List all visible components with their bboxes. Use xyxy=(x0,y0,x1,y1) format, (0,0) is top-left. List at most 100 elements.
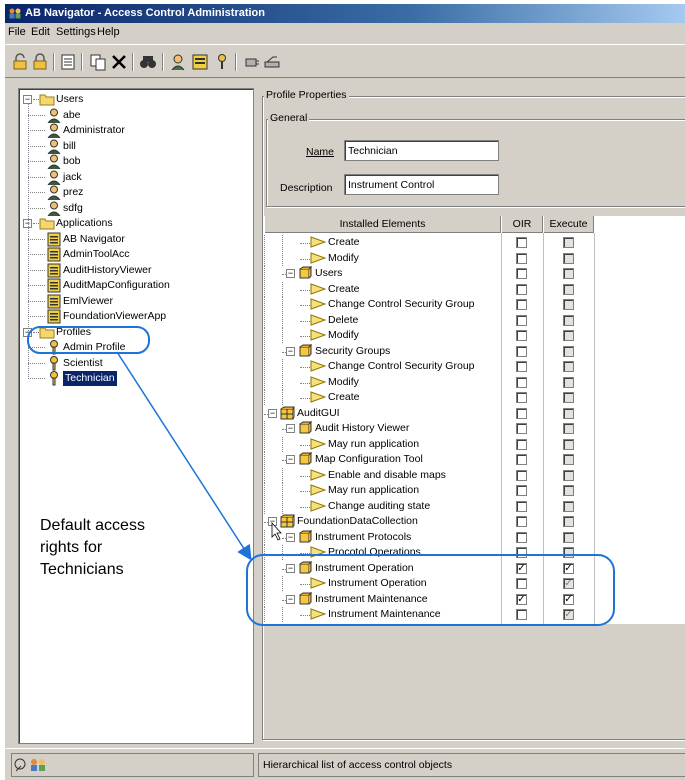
table-row[interactable]: Modify xyxy=(264,250,594,266)
tree-group-node[interactable]: − Applications xyxy=(19,216,249,231)
tree-item[interactable]: FoundationViewerApp xyxy=(19,309,249,324)
table-row[interactable]: Create xyxy=(264,235,594,250)
oir-checkbox[interactable]: ✓ xyxy=(516,562,527,574)
collapse-icon[interactable]: − xyxy=(268,408,277,418)
table-row[interactable]: − FoundationDataCollection xyxy=(264,514,594,529)
tree-item[interactable]: Technician xyxy=(19,371,249,386)
delete-icon[interactable] xyxy=(110,53,128,71)
installed-elements-table[interactable]: Installed Elements OIR Execute Create Mod… xyxy=(264,216,685,624)
tree-item[interactable]: Admin Profile xyxy=(19,340,249,355)
collapse-icon[interactable]: − xyxy=(23,95,32,104)
table-row[interactable]: Delete xyxy=(264,312,594,328)
menu-help[interactable]: Help xyxy=(97,26,120,38)
collapse-icon[interactable]: − xyxy=(286,424,295,433)
collapse-icon[interactable]: − xyxy=(286,563,295,573)
collapse-icon[interactable]: − xyxy=(286,455,295,464)
collapse-icon[interactable]: − xyxy=(286,594,295,604)
oir-checkbox[interactable] xyxy=(516,252,527,264)
properties-icon[interactable] xyxy=(59,53,77,71)
menu-edit[interactable]: Edit xyxy=(31,26,50,38)
oir-checkbox[interactable] xyxy=(516,314,527,326)
table-row[interactable]: − Map Configuration Tool xyxy=(264,451,594,467)
oir-checkbox[interactable] xyxy=(516,268,527,279)
column-execute[interactable]: Execute xyxy=(543,216,594,233)
table-row[interactable]: Change Control Security Group xyxy=(264,359,594,374)
menu-settings[interactable]: Settings xyxy=(56,26,96,38)
table-row[interactable]: Change Control Security Group xyxy=(264,297,594,312)
name-field[interactable] xyxy=(344,140,499,161)
hardware-icon[interactable] xyxy=(263,53,281,71)
menu-file[interactable]: File xyxy=(8,26,26,38)
collapse-icon[interactable]: − xyxy=(286,269,295,278)
tree-item[interactable]: AB Navigator xyxy=(19,232,249,247)
execute-checkbox[interactable]: ✓ xyxy=(563,562,574,574)
collapse-icon[interactable]: − xyxy=(286,532,295,542)
oir-checkbox[interactable]: ✓ xyxy=(516,593,527,605)
collapse-icon[interactable]: − xyxy=(268,517,277,526)
tree-item[interactable]: jack xyxy=(19,170,249,185)
table-row[interactable]: Modify xyxy=(264,374,594,390)
table-row[interactable]: Instrument Maintenance ✓ xyxy=(264,607,594,622)
table-row[interactable]: Procotol Operations xyxy=(264,545,594,560)
tree-item[interactable]: Scientist xyxy=(19,355,249,371)
execute-checkbox[interactable]: ✓ xyxy=(563,593,574,605)
table-row[interactable]: May run application xyxy=(264,436,594,452)
oir-checkbox[interactable] xyxy=(516,531,527,543)
oir-checkbox[interactable] xyxy=(516,392,527,403)
oir-checkbox[interactable] xyxy=(516,578,527,589)
tree-item[interactable]: Administrator xyxy=(19,123,249,139)
tree-item[interactable]: EmlViewer xyxy=(19,294,249,309)
table-row[interactable]: Instrument Operation ✓ xyxy=(264,576,594,591)
oir-checkbox[interactable] xyxy=(516,547,527,558)
oir-checkbox[interactable] xyxy=(516,438,527,450)
tree-item[interactable]: sdfg xyxy=(19,201,249,216)
table-row[interactable]: Create xyxy=(264,390,594,405)
table-row[interactable]: − Security Groups xyxy=(264,343,594,359)
table-row[interactable]: Modify xyxy=(264,328,594,343)
copy-icon[interactable] xyxy=(89,53,107,71)
oir-checkbox[interactable] xyxy=(516,330,527,341)
table-row[interactable]: Change auditing state xyxy=(264,498,594,514)
tree-item[interactable]: abe xyxy=(19,108,249,123)
tree-item[interactable]: bill xyxy=(19,139,249,154)
application-icon[interactable] xyxy=(191,53,209,71)
table-row[interactable]: − Instrument Protocols xyxy=(264,529,594,545)
lock-open-icon[interactable] xyxy=(11,53,29,71)
oir-checkbox[interactable] xyxy=(516,469,527,481)
oir-checkbox[interactable] xyxy=(516,454,527,465)
user-icon[interactable] xyxy=(169,53,187,71)
oir-checkbox[interactable] xyxy=(516,516,527,527)
oir-checkbox[interactable] xyxy=(516,500,527,512)
tree-item[interactable]: bob xyxy=(19,154,249,170)
find-icon[interactable] xyxy=(139,53,157,71)
oir-checkbox[interactable] xyxy=(516,345,527,357)
tree-item[interactable]: AuditMapConfiguration xyxy=(19,278,249,293)
oir-checkbox[interactable] xyxy=(516,485,527,496)
oir-checkbox[interactable] xyxy=(516,423,527,434)
column-oir[interactable]: OIR xyxy=(501,216,543,233)
table-row[interactable]: − Audit History Viewer xyxy=(264,420,594,436)
table-row[interactable]: − Instrument Maintenance ✓ ✓ xyxy=(264,591,594,607)
oir-checkbox[interactable] xyxy=(516,376,527,388)
table-row[interactable]: Create xyxy=(264,281,594,297)
table-row[interactable]: May run application xyxy=(264,483,594,498)
column-installed-elements[interactable]: Installed Elements xyxy=(264,216,501,233)
oir-checkbox[interactable] xyxy=(516,283,527,295)
tree-item[interactable]: prez xyxy=(19,185,249,201)
plugin-icon[interactable] xyxy=(243,53,261,71)
collapse-icon[interactable]: − xyxy=(286,346,295,356)
table-row[interactable]: − Instrument Operation ✓ ✓ xyxy=(264,560,594,576)
tree-item[interactable]: AdminToolAcc xyxy=(19,247,249,262)
oir-checkbox[interactable] xyxy=(516,407,527,419)
oir-checkbox[interactable] xyxy=(516,299,527,310)
oir-checkbox[interactable] xyxy=(516,237,527,248)
navigation-tree[interactable]: − Users abe Administrator bill bob jack prez sdf… xyxy=(18,88,254,744)
lock-icon[interactable] xyxy=(31,53,49,71)
tree-group-node[interactable]: − Profiles xyxy=(19,325,249,340)
table-row[interactable]: − AuditGUI xyxy=(264,406,594,421)
description-field[interactable] xyxy=(344,174,499,195)
tree-group-node[interactable]: − Users xyxy=(19,92,249,107)
oir-checkbox[interactable] xyxy=(516,609,527,620)
oir-checkbox[interactable] xyxy=(516,361,527,372)
tree-item[interactable]: AuditHistoryViewer xyxy=(19,263,249,278)
